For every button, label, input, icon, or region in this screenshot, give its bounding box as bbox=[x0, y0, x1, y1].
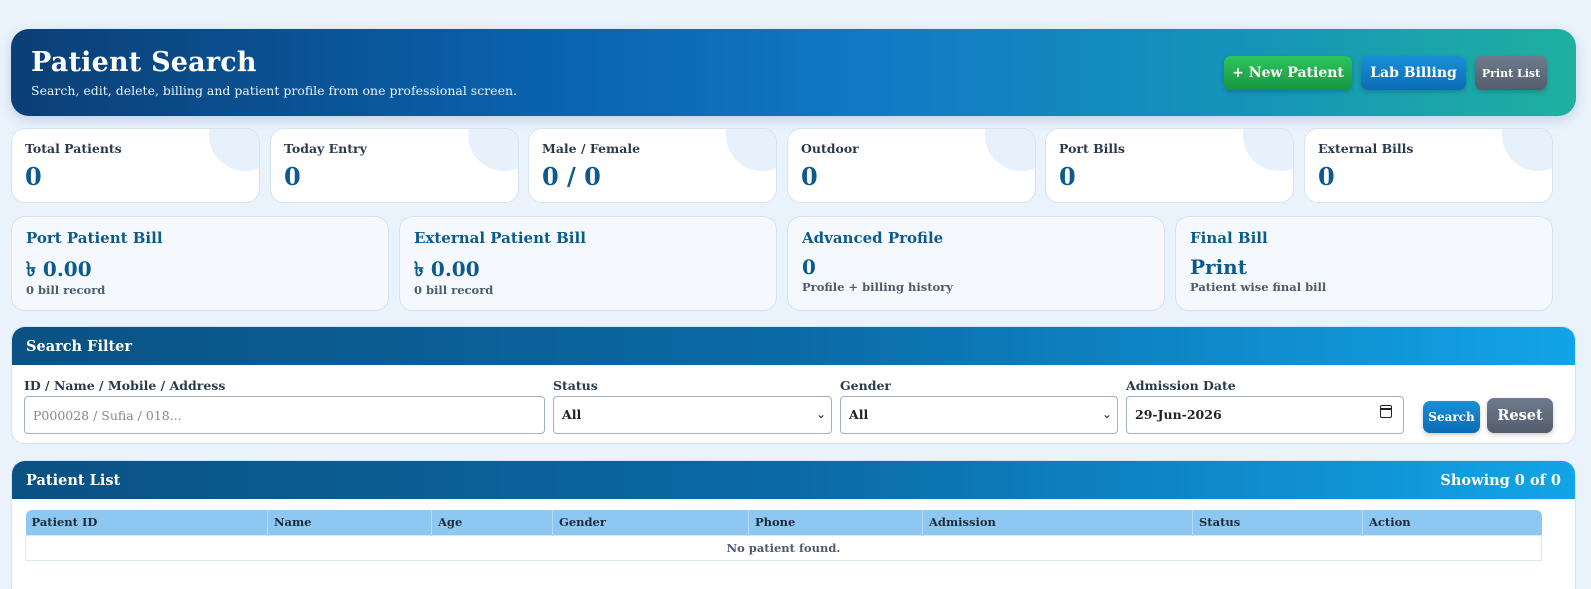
column-header[interactable]: Action bbox=[1362, 510, 1542, 535]
gender-label: Gender bbox=[840, 378, 891, 393]
column-header[interactable]: Name bbox=[267, 510, 432, 535]
page-title: Patient Search bbox=[31, 47, 257, 78]
stat-value: 0 bbox=[284, 162, 301, 191]
lab-billing-button[interactable]: Lab Billing bbox=[1361, 56, 1466, 90]
stat-today-entry: Today Entry 0 bbox=[270, 128, 519, 203]
panel-header: Patient List Showing 0 of 0 bbox=[12, 461, 1575, 499]
search-filter-panel: Search Filter ID / Name / Mobile / Addre… bbox=[11, 326, 1576, 444]
column-header[interactable]: Admission bbox=[922, 510, 1193, 535]
stat-label: Male / Female bbox=[542, 141, 641, 156]
column-header[interactable]: Gender bbox=[552, 510, 749, 535]
card-subtitle: 0 bill record bbox=[26, 283, 106, 297]
search-input[interactable] bbox=[24, 396, 545, 434]
stat-label: External Bills bbox=[1318, 141, 1414, 156]
date-label: Admission Date bbox=[1126, 378, 1236, 393]
empty-state: No patient found. bbox=[25, 534, 1542, 561]
table-header-row: Patient ID Name Age Gender Phone Admissi… bbox=[25, 510, 1542, 535]
query-label: ID / Name / Mobile / Address bbox=[24, 378, 226, 393]
stat-value: 0 bbox=[801, 162, 818, 191]
column-header[interactable]: Age bbox=[431, 510, 553, 535]
patient-table: Patient ID Name Age Gender Phone Admissi… bbox=[25, 510, 1542, 561]
card-title: Port Patient Bill bbox=[26, 229, 163, 247]
stat-label: Outdoor bbox=[801, 141, 859, 156]
admission-date-input[interactable]: 29-Jun-2026 bbox=[1126, 396, 1404, 434]
stat-outdoor: Outdoor 0 bbox=[787, 128, 1036, 203]
stat-external-bills: External Bills 0 bbox=[1304, 128, 1553, 203]
gender-select[interactable]: All bbox=[840, 396, 1118, 434]
stat-port-bills: Port Bills 0 bbox=[1045, 128, 1294, 203]
stat-total-patients: Total Patients 0 bbox=[11, 128, 260, 203]
search-button[interactable]: Search bbox=[1423, 401, 1480, 433]
stat-value: 0 bbox=[25, 162, 42, 191]
table-row: No patient found. bbox=[25, 534, 1542, 561]
stat-label: Today Entry bbox=[284, 141, 367, 156]
card-value: Print bbox=[1190, 255, 1247, 279]
column-header[interactable]: Patient ID bbox=[25, 510, 268, 535]
card-subtitle: Profile + billing history bbox=[802, 280, 953, 294]
result-count: Showing 0 of 0 bbox=[1440, 472, 1561, 489]
card-title: External Patient Bill bbox=[414, 229, 586, 247]
panel-title: Search Filter bbox=[26, 338, 133, 355]
stat-value: 0 / 0 bbox=[542, 162, 601, 191]
column-header[interactable]: Phone bbox=[748, 510, 923, 535]
card-advanced-profile[interactable]: Advanced Profile 0 Profile + billing his… bbox=[787, 216, 1165, 311]
card-subtitle: Patient wise final bill bbox=[1190, 280, 1327, 294]
panel-title: Patient List bbox=[26, 472, 121, 489]
print-list-button[interactable]: Print List bbox=[1475, 56, 1547, 90]
card-value: 0 bbox=[802, 255, 816, 279]
patient-list-panel: Patient List Showing 0 of 0 Patient ID N… bbox=[11, 460, 1576, 589]
new-patient-button[interactable]: + New Patient bbox=[1224, 56, 1352, 90]
status-label: Status bbox=[553, 378, 598, 393]
column-header[interactable]: Status bbox=[1192, 510, 1363, 535]
page-subtitle: Search, edit, delete, billing and patien… bbox=[31, 83, 518, 98]
stat-value: 0 bbox=[1318, 162, 1335, 191]
status-select[interactable]: All bbox=[553, 396, 832, 434]
stat-label: Total Patients bbox=[25, 141, 122, 156]
card-title: Advanced Profile bbox=[802, 229, 944, 247]
reset-button[interactable]: Reset bbox=[1487, 398, 1553, 433]
stat-value: 0 bbox=[1059, 162, 1076, 191]
panel-header: Search Filter bbox=[12, 327, 1575, 365]
card-subtitle: 0 bill record bbox=[414, 283, 494, 297]
stat-male-female: Male / Female 0 / 0 bbox=[528, 128, 777, 203]
card-port-patient-bill[interactable]: Port Patient Bill ৳ 0.00 0 bill record bbox=[11, 216, 389, 311]
card-final-bill[interactable]: Final Bill Print Patient wise final bill bbox=[1175, 216, 1553, 311]
card-title: Final Bill bbox=[1190, 229, 1268, 247]
card-external-patient-bill[interactable]: External Patient Bill ৳ 0.00 0 bill reco… bbox=[399, 216, 777, 311]
stat-label: Port Bills bbox=[1059, 141, 1125, 156]
